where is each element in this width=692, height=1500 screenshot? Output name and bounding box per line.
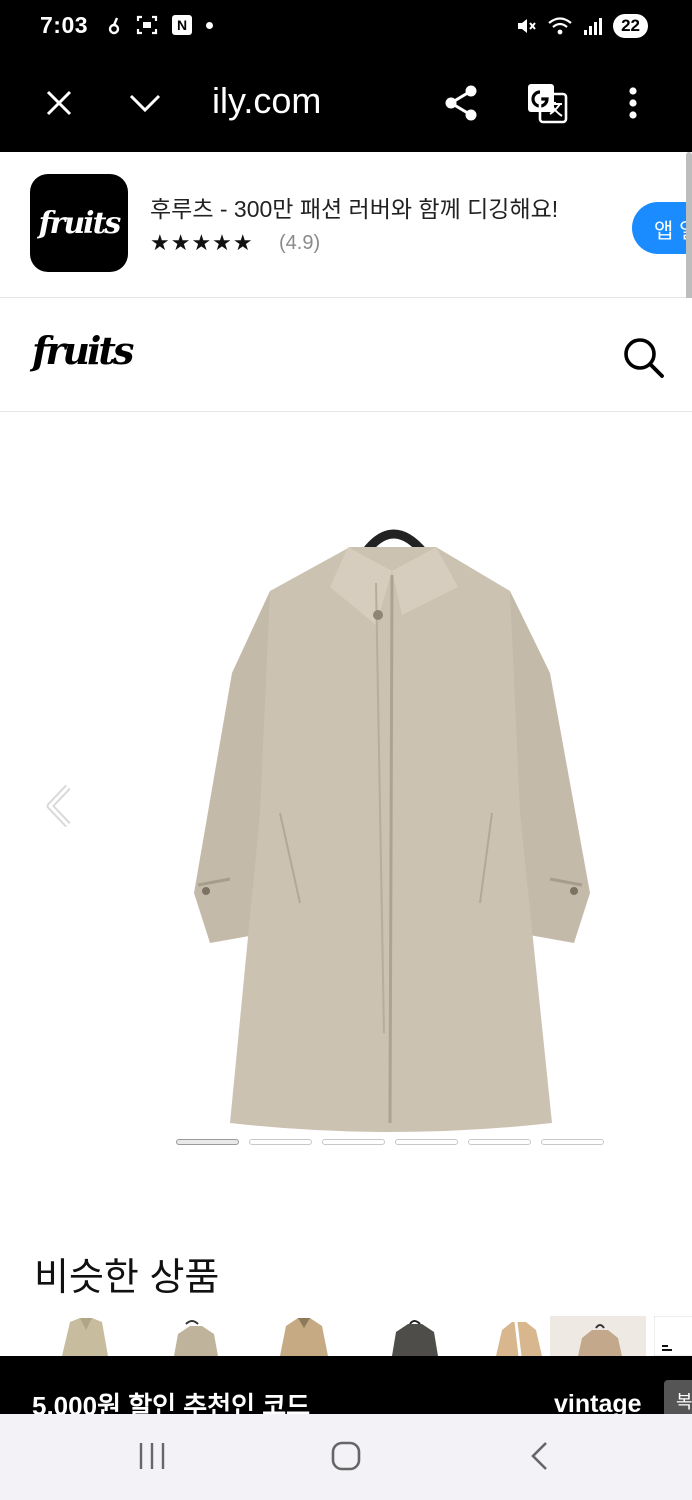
back-icon xyxy=(531,1442,547,1470)
carousel-dot[interactable] xyxy=(176,1139,239,1145)
home-button[interactable] xyxy=(316,1434,376,1478)
open-app-button[interactable]: 앱 열 xyxy=(632,202,692,254)
home-icon xyxy=(331,1441,361,1471)
wifi-icon xyxy=(548,17,572,35)
status-time: 7:03 xyxy=(40,12,89,38)
app-install-banner: fruits 후루츠 - 300만 패션 러버와 함께 디깅해요! ★★★★★ … xyxy=(0,152,692,298)
carousel-dot[interactable] xyxy=(395,1139,458,1145)
promo-code-bar: 5,000원 할인 추천인 코드 vintage 복 xyxy=(0,1356,692,1414)
gesture-icon xyxy=(108,17,120,35)
recents-button[interactable] xyxy=(122,1434,182,1478)
status-bar: 7:03 N 22 xyxy=(0,0,692,54)
app-banner-title: 후루츠 - 300만 패션 러버와 함께 디깅해요! xyxy=(150,196,559,222)
collapse-button[interactable] xyxy=(120,78,170,128)
carousel-prev-button[interactable] xyxy=(38,781,82,831)
chevron-left-icon xyxy=(46,784,71,828)
app-rating-value: (4.9) xyxy=(279,232,321,254)
status-notification-icons: N xyxy=(106,15,213,35)
product-image-carousel[interactable] xyxy=(0,413,692,1203)
more-options-button[interactable] xyxy=(608,78,658,128)
similar-product-thumbnail[interactable] xyxy=(260,1316,356,1356)
naver-notification-icon: N xyxy=(172,15,192,35)
translate-icon xyxy=(528,84,568,124)
similar-product-thumbnail[interactable] xyxy=(654,1316,692,1356)
similar-products-title: 비슷한 상품 xyxy=(34,1257,220,1299)
search-icon xyxy=(624,338,664,378)
copy-code-label: 복 xyxy=(676,1392,692,1412)
system-navigation-bar xyxy=(0,1414,692,1500)
product-image-trench-coat xyxy=(194,529,590,1132)
similar-products-row xyxy=(44,1316,692,1356)
carousel-dot[interactable] xyxy=(249,1139,312,1145)
browser-toolbar: ily.com xyxy=(0,54,692,152)
signal-icon xyxy=(584,18,603,35)
carousel-dot[interactable] xyxy=(541,1139,604,1145)
promo-text: 5,000원 할인 추천인 코드 xyxy=(32,1391,311,1414)
site-header: fruits xyxy=(0,298,692,412)
url-display[interactable]: ily.com xyxy=(212,80,321,122)
share-icon xyxy=(445,85,477,121)
app-icon-wordmark: fruits xyxy=(38,205,122,241)
carousel-pagination xyxy=(176,1139,604,1145)
similar-product-thumbnail[interactable] xyxy=(550,1316,646,1356)
similar-product-thumbnail[interactable] xyxy=(152,1316,248,1356)
promo-code: vintage xyxy=(554,1390,642,1414)
search-button[interactable] xyxy=(618,332,668,382)
similar-product-thumbnail[interactable] xyxy=(44,1316,140,1356)
carousel-dot[interactable] xyxy=(468,1139,531,1145)
mute-icon xyxy=(518,19,536,33)
more-notifications-dot xyxy=(206,21,213,29)
copy-code-button[interactable]: 복 xyxy=(664,1380,692,1414)
share-button[interactable] xyxy=(436,78,486,128)
chevron-down-icon xyxy=(129,94,161,113)
status-system-icons: 22 xyxy=(515,14,648,38)
fruits-app-icon[interactable]: fruits xyxy=(30,174,128,272)
recents-icon xyxy=(139,1443,165,1469)
translate-button[interactable] xyxy=(522,78,572,128)
screenshot-icon xyxy=(136,15,158,35)
similar-product-thumbnail[interactable] xyxy=(368,1316,464,1356)
close-icon xyxy=(46,90,72,116)
carousel-dot[interactable] xyxy=(322,1139,385,1145)
battery-indicator: 22 xyxy=(613,14,648,38)
more-vert-icon xyxy=(629,87,637,119)
close-button[interactable] xyxy=(34,78,84,128)
site-logo[interactable]: fruits xyxy=(32,328,134,373)
back-button[interactable] xyxy=(510,1434,570,1478)
rating-stars-icon: ★★★★★ xyxy=(150,230,254,255)
